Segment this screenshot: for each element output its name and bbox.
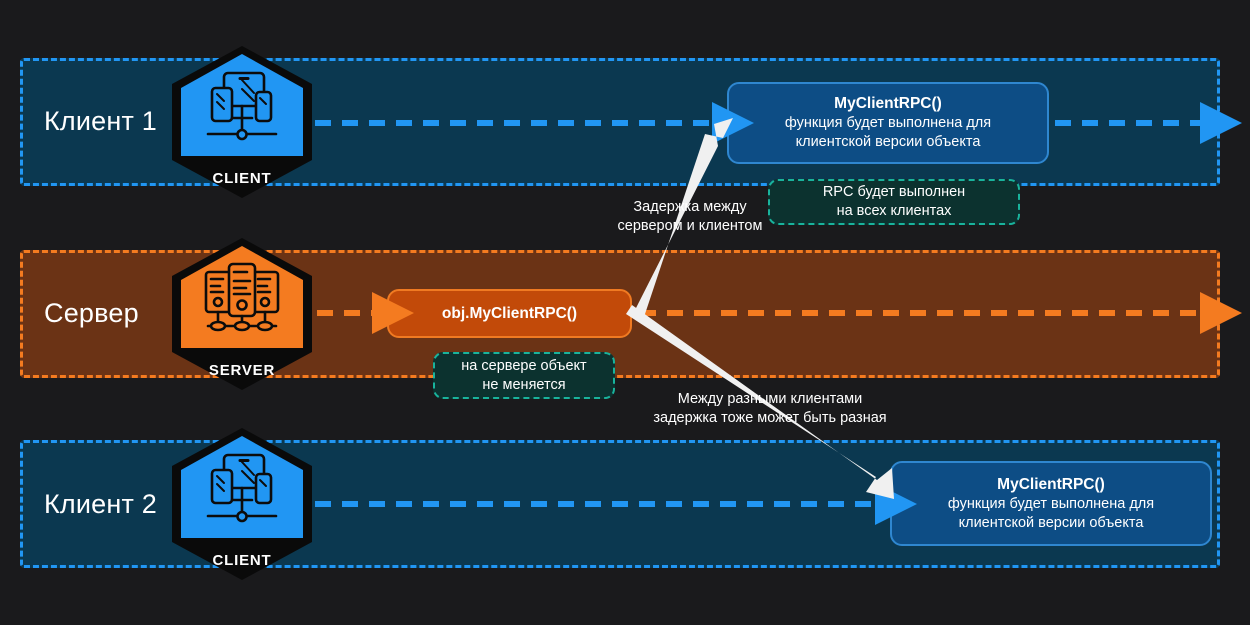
box-client2-rpc-line2: клиентской версии объекта [958, 514, 1144, 531]
caption-latency-server-client-line2: сервером и клиентом [617, 218, 763, 234]
note-server-unchanged-line1: на сервере объект [461, 357, 587, 374]
badge-client-1: CLIENT [172, 46, 312, 198]
badge-server: SERVER [172, 238, 312, 390]
box-client1-rpc: MyClientRPC() функция будет выполнена дл… [727, 82, 1049, 164]
box-client2-rpc: MyClientRPC() функция будет выполнена дл… [890, 461, 1212, 546]
box-client2-rpc-title: MyClientRPC() [997, 475, 1105, 493]
caption-latency-server-client: Задержка между сервером и клиентом [600, 198, 780, 236]
note-all-clients: RPC будет выполнен на всех клиентах [768, 179, 1020, 225]
caption-latency-between-clients-line2: задержка тоже может быть разная [653, 410, 887, 426]
badge-caption-client-1: CLIENT [212, 170, 272, 187]
box-client1-rpc-line2: клиентской версии объекта [795, 134, 981, 150]
badge-caption-server: SERVER [208, 362, 276, 379]
badge-client-2: CLIENT [172, 428, 312, 580]
client-devices-icon [206, 453, 278, 523]
note-all-clients-line2: на всех клиентах [836, 203, 952, 219]
diagram-canvas: Клиент 1 CLIENT MyClientRPC() функция бу… [0, 0, 1250, 625]
box-client1-rpc-line1: функция будет выполнена для [784, 115, 992, 131]
box-server-rpc: obj.MyClientRPC() [387, 289, 632, 338]
note-server-unchanged: на сервере объект не меняется [433, 352, 615, 399]
lane-label-server: Сервер [44, 298, 139, 328]
caption-latency-between-clients: Между разными клиентами задержка тоже мо… [630, 390, 910, 428]
client-devices-icon [206, 71, 278, 141]
note-server-unchanged-line2: не меняется [482, 376, 566, 393]
badge-caption-client-2: CLIENT [212, 552, 272, 569]
lane-label-client-1: Клиент 1 [44, 106, 157, 136]
caption-latency-between-clients-line1: Между разными клиентами [677, 391, 863, 407]
caption-latency-server-client-line1: Задержка между [633, 199, 747, 215]
server-racks-icon [204, 262, 280, 332]
lane-label-client-2: Клиент 2 [44, 489, 157, 519]
box-client1-rpc-title: MyClientRPC() [834, 95, 942, 112]
note-all-clients-line1: RPC будет выполнен [822, 184, 966, 200]
box-server-rpc-title: obj.MyClientRPC() [441, 304, 578, 322]
box-client2-rpc-line1: функция будет выполнена для [947, 495, 1155, 512]
